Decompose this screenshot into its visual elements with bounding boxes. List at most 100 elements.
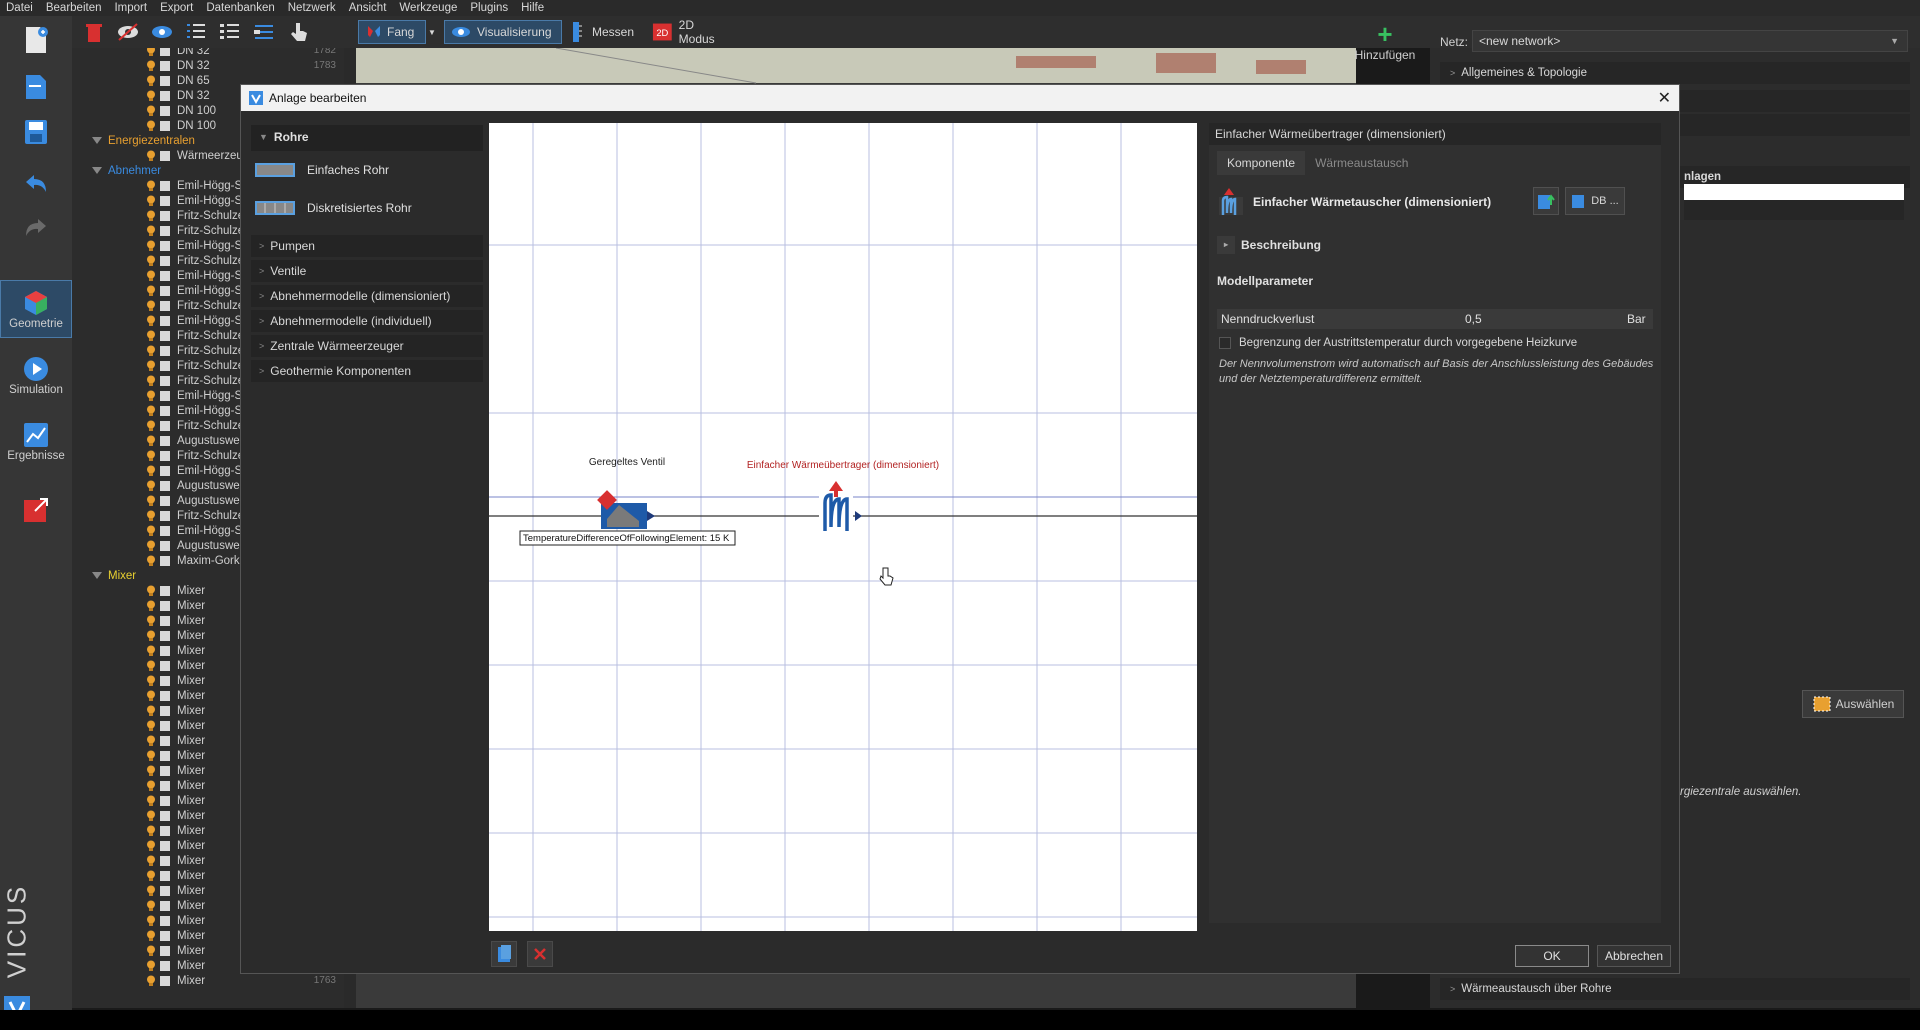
visibility-checkbox[interactable]: [160, 315, 170, 326]
pumpen-category[interactable]: > Pumpen: [251, 235, 483, 257]
visibility-checkbox[interactable]: [160, 735, 170, 746]
visualisierung-button[interactable]: Visualisierung: [444, 20, 562, 44]
visibility-checkbox[interactable]: [160, 450, 170, 461]
visibility-checkbox[interactable]: [160, 420, 170, 431]
close-icon[interactable]: ✕: [1658, 88, 1671, 108]
tab-waermeaustausch[interactable]: Wärmeaustausch: [1305, 151, 1418, 175]
ventile-category[interactable]: > Ventile: [251, 260, 483, 282]
visibility-checkbox[interactable]: [160, 360, 170, 371]
network-select[interactable]: <new network> ▼: [1472, 30, 1908, 52]
heizkurve-checkbox[interactable]: [1219, 337, 1231, 349]
menu-netzwerk[interactable]: Netzwerk: [288, 2, 336, 14]
ergebnisse-button[interactable]: Ergebnisse: [0, 412, 72, 470]
visibility-checkbox[interactable]: [160, 720, 170, 731]
deselect-list-icon[interactable]: [218, 20, 242, 44]
rohre-header[interactable]: ▼ Rohre: [251, 125, 483, 149]
2d-modus-button[interactable]: 2D 2D Modus: [646, 18, 736, 46]
messen-button[interactable]: Messen: [564, 20, 644, 44]
visibility-checkbox[interactable]: [160, 660, 170, 671]
visibility-checkbox[interactable]: [160, 180, 170, 191]
nenndruckverlust-row[interactable]: Nenndruckverlust 0,5 Bar: [1217, 309, 1653, 329]
visibility-checkbox[interactable]: [160, 600, 170, 611]
visibility-checkbox[interactable]: [160, 630, 170, 641]
invert-selection-icon[interactable]: [252, 20, 276, 44]
visibility-checkbox[interactable]: [160, 510, 170, 521]
visibility-checkbox[interactable]: [160, 900, 170, 911]
visibility-checkbox[interactable]: [160, 285, 170, 296]
visibility-checkbox[interactable]: [160, 270, 170, 281]
redo-button[interactable]: [0, 210, 72, 246]
visibility-checkbox[interactable]: [160, 750, 170, 761]
hide-icon[interactable]: [116, 20, 140, 44]
visibility-checkbox[interactable]: [160, 765, 170, 776]
visibility-checkbox[interactable]: [160, 675, 170, 686]
abnehmer-ind-category[interactable]: > Abnehmermodelle (individuell): [251, 310, 483, 332]
auswaehlen-button[interactable]: Auswählen: [1802, 690, 1904, 718]
visibility-checkbox[interactable]: [160, 90, 170, 101]
allgemeines-topologie-section[interactable]: > Allgemeines & Topologie: [1440, 62, 1910, 84]
tree-item-pipe[interactable]: DN 32 1782: [72, 48, 344, 58]
waermeuebertrager-component[interactable]: [819, 481, 862, 533]
visibility-checkbox[interactable]: [160, 960, 170, 971]
menu-bearbeiten[interactable]: Bearbeiten: [46, 2, 102, 14]
menu-datei[interactable]: Datei: [6, 2, 33, 14]
tree-item-pipe[interactable]: DN 32 1783: [72, 58, 344, 73]
export-to-db-button[interactable]: [1533, 187, 1559, 215]
visibility-checkbox[interactable]: [160, 615, 170, 626]
visibility-checkbox[interactable]: [160, 210, 170, 221]
delete-icon[interactable]: [82, 20, 106, 44]
visibility-checkbox[interactable]: [160, 690, 170, 701]
hinzufuegen-button[interactable]: + Hinzufügen: [1340, 20, 1430, 70]
visibility-checkbox[interactable]: [160, 390, 170, 401]
einfaches-rohr-item[interactable]: Einfaches Rohr: [251, 151, 483, 189]
geregeltes-ventil-component[interactable]: [597, 490, 655, 529]
fang-button[interactable]: Fang: [358, 20, 426, 44]
visibility-checkbox[interactable]: [160, 855, 170, 866]
fang-dropdown[interactable]: ▼: [428, 20, 440, 44]
diskretisiertes-rohr-item[interactable]: Diskretisiertes Rohr: [251, 189, 483, 227]
visibility-checkbox[interactable]: [160, 945, 170, 956]
abbrechen-button[interactable]: Abbrechen: [1597, 945, 1671, 967]
beschreibung-section[interactable]: ▸ Beschreibung: [1217, 235, 1653, 255]
menu-export[interactable]: Export: [160, 2, 193, 14]
visibility-checkbox[interactable]: [160, 645, 170, 656]
visibility-checkbox[interactable]: [160, 465, 170, 476]
visibility-checkbox[interactable]: [160, 705, 170, 716]
new-file-button[interactable]: [0, 22, 72, 58]
save-button[interactable]: [0, 114, 72, 150]
db-button[interactable]: DB ...: [1565, 187, 1625, 215]
remove-component-button[interactable]: [527, 941, 553, 967]
visibility-checkbox[interactable]: [160, 60, 170, 71]
visibility-checkbox[interactable]: [160, 975, 170, 986]
visibility-checkbox[interactable]: [160, 300, 170, 311]
visibility-checkbox[interactable]: [160, 240, 170, 251]
export-button[interactable]: [0, 490, 72, 530]
copy-component-button[interactable]: [491, 941, 517, 967]
menu-ansicht[interactable]: Ansicht: [349, 2, 387, 14]
anlagen-row[interactable]: [1684, 200, 1904, 220]
visibility-checkbox[interactable]: [160, 915, 170, 926]
visibility-checkbox[interactable]: [160, 780, 170, 791]
menu-datenbanken[interactable]: Datenbanken: [206, 2, 274, 14]
geometrie-button[interactable]: Geometrie: [0, 280, 72, 338]
visibility-checkbox[interactable]: [160, 330, 170, 341]
menu-plugins[interactable]: Plugins: [470, 2, 508, 14]
visibility-checkbox[interactable]: [160, 75, 170, 86]
geothermie-category[interactable]: > Geothermie Komponenten: [251, 360, 483, 382]
visibility-checkbox[interactable]: [160, 150, 170, 161]
visibility-checkbox[interactable]: [160, 48, 170, 56]
param-value[interactable]: 0,5: [1465, 312, 1627, 326]
visibility-checkbox[interactable]: [160, 255, 170, 266]
visibility-checkbox[interactable]: [160, 795, 170, 806]
tab-komponente[interactable]: Komponente: [1217, 151, 1306, 175]
visibility-checkbox[interactable]: [160, 555, 170, 566]
menu-hilfe[interactable]: Hilfe: [521, 2, 544, 14]
hand-pointer-icon[interactable]: [286, 20, 310, 44]
visibility-checkbox[interactable]: [160, 525, 170, 536]
anlagen-list[interactable]: [1684, 184, 1904, 200]
select-list-icon[interactable]: [184, 20, 208, 44]
ok-button[interactable]: OK: [1515, 945, 1589, 967]
visibility-checkbox[interactable]: [160, 930, 170, 941]
visibility-checkbox[interactable]: [160, 825, 170, 836]
waermeaustausch-rohre-section[interactable]: > Wärmeaustausch über Rohre: [1440, 978, 1910, 1000]
